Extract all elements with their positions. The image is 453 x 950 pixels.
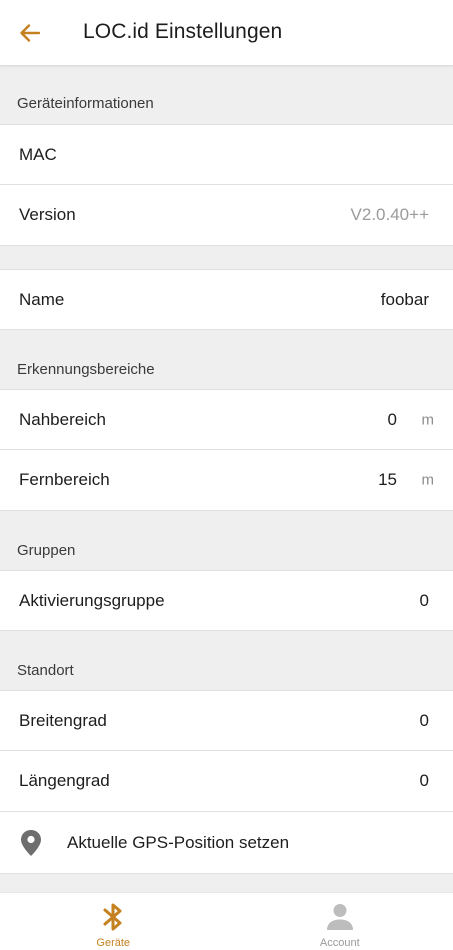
far-range-unit: m <box>421 471 435 489</box>
activation-group-value[interactable]: 0 <box>420 591 429 611</box>
row-version: Version V2.0.40++ <box>0 185 453 246</box>
app-header: LOC.id Einstellungen <box>0 0 453 66</box>
row-longitude[interactable]: Längengrad 0 <box>0 751 453 812</box>
near-range-value[interactable]: 0 <box>388 410 397 430</box>
longitude-value[interactable]: 0 <box>420 771 429 791</box>
far-range-label: Fernbereich <box>19 470 110 489</box>
set-gps-position-label: Aktuelle GPS-Position setzen <box>67 832 290 852</box>
set-gps-position-button[interactable]: Aktuelle GPS-Position setzen <box>0 812 453 874</box>
section-header-device-info: Geräteinformationen <box>17 95 154 112</box>
longitude-label: Längengrad <box>19 771 110 790</box>
bluetooth-icon <box>103 903 122 931</box>
version-value: V2.0.40++ <box>350 205 429 224</box>
row-activation-group[interactable]: Aktivierungsgruppe 0 <box>0 570 453 631</box>
row-name[interactable]: Name foobar <box>0 269 453 330</box>
page-title: LOC.id Einstellungen <box>83 20 283 43</box>
nav-tab-account[interactable]: Account <box>227 893 453 950</box>
section-header-location: Standort <box>17 662 74 679</box>
activation-group-label: Aktivierungsgruppe <box>19 590 165 610</box>
nav-tab-devices-label: Geräte <box>96 937 131 949</box>
version-label: Version <box>19 205 76 224</box>
near-range-label: Nahbereich <box>19 409 106 429</box>
back-button[interactable] <box>10 13 50 53</box>
settings-screen: LOC.id Einstellungen Geräteinformationen… <box>0 0 453 950</box>
row-near-range[interactable]: Nahbereich 0 m <box>0 389 453 450</box>
far-range-value[interactable]: 15 <box>378 470 397 490</box>
name-label: Name <box>19 289 65 309</box>
near-range-unit: m <box>421 411 435 428</box>
row-far-range[interactable]: Fernbereich 15 m <box>0 450 453 511</box>
row-mac: MAC <box>0 124 453 185</box>
latitude-value[interactable]: 0 <box>420 711 429 731</box>
map-pin-icon <box>21 829 41 856</box>
nav-tab-account-label: Account <box>319 937 360 949</box>
name-value[interactable]: foobar <box>381 290 429 310</box>
user-icon <box>326 904 353 930</box>
section-header-detection: Erkennungsbereiche <box>17 361 155 378</box>
nav-tab-devices[interactable]: Geräte <box>0 893 227 950</box>
section-header-groups: Gruppen <box>17 542 76 559</box>
arrow-left-icon <box>20 24 41 42</box>
row-latitude[interactable]: Breitengrad 0 <box>0 690 453 751</box>
mac-label: MAC <box>19 144 57 164</box>
latitude-label: Breitengrad <box>19 710 107 730</box>
bottom-navigation: Geräte Account <box>0 892 453 950</box>
